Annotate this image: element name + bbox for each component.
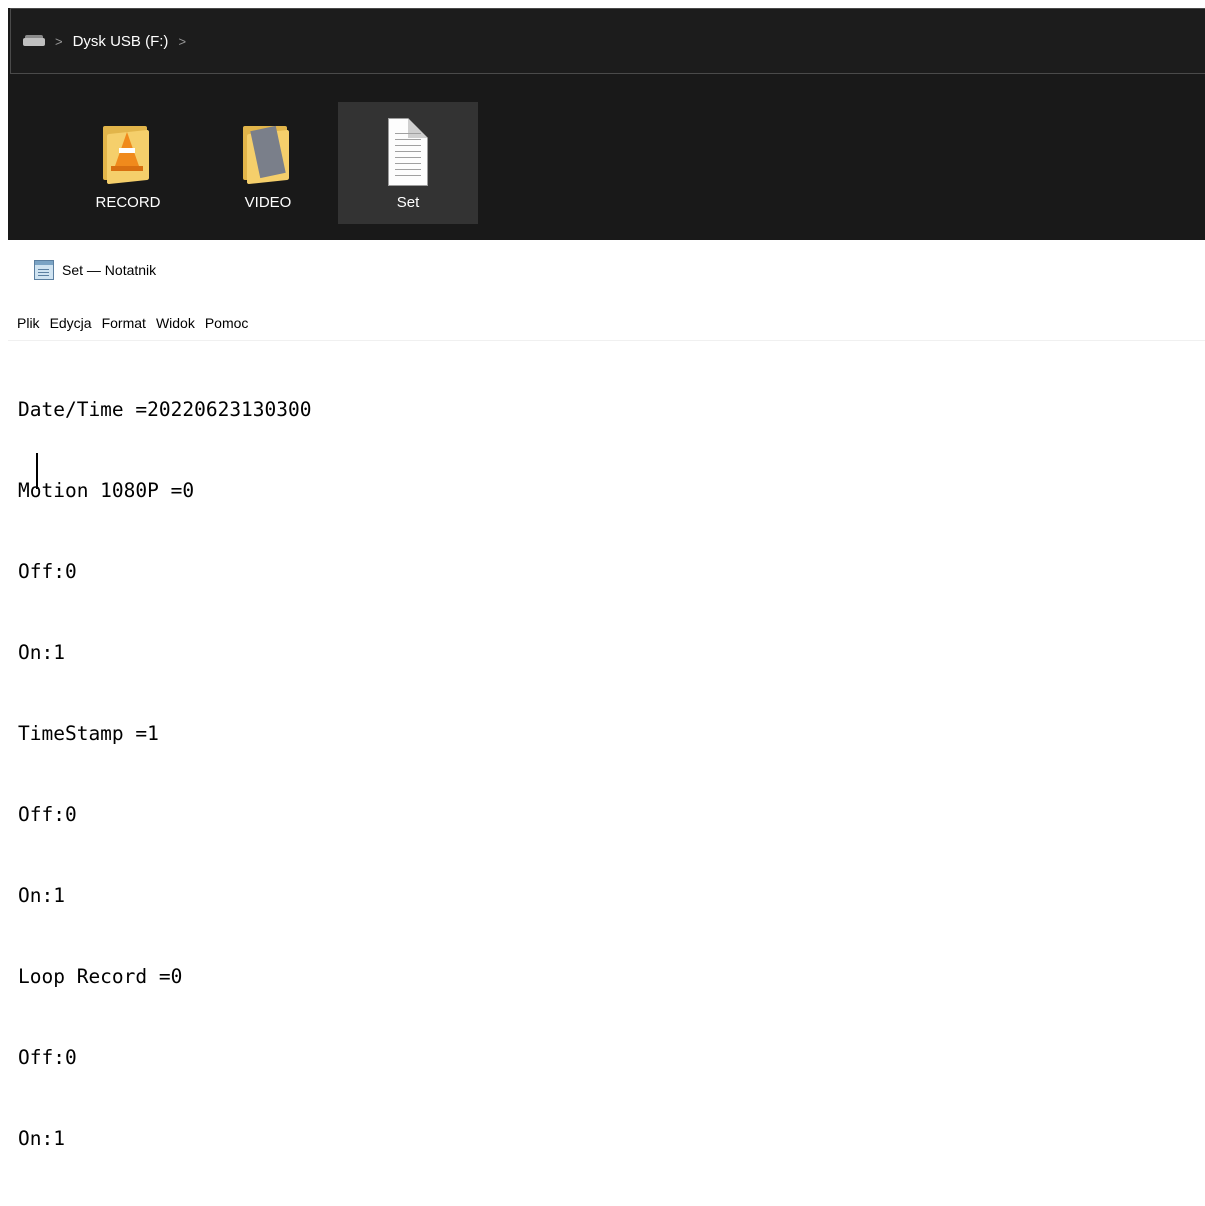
window-title: Set — Notatnik xyxy=(62,262,157,278)
breadcrumb-drive[interactable]: Dysk USB (F:) xyxy=(73,33,169,50)
file-list: RECORD VIDEO Set xyxy=(58,102,478,224)
text-line: Off:0 xyxy=(18,803,77,826)
file-item-label: Set xyxy=(396,194,420,211)
menu-bar: Plik Edycja Format Widok Pomoc xyxy=(8,306,1205,341)
file-item-video[interactable]: VIDEO xyxy=(198,102,338,224)
menu-help[interactable]: Pomoc xyxy=(205,315,249,331)
text-line: Loop Record =0 xyxy=(18,965,183,988)
text-line: Motion 1080P =0 xyxy=(18,479,195,502)
file-item-record[interactable]: RECORD xyxy=(58,102,198,224)
breadcrumb-chevron-icon[interactable]: > xyxy=(178,34,186,49)
notepad-title-bar: Set — Notatnik xyxy=(8,240,1205,300)
menu-view[interactable]: Widok xyxy=(156,315,195,331)
menu-file[interactable]: Plik xyxy=(17,315,40,331)
menu-format[interactable]: Format xyxy=(102,315,146,331)
breadcrumb-chevron-icon[interactable]: > xyxy=(55,34,63,49)
text-line: On:1 xyxy=(18,1127,65,1150)
text-line: Date/Time =20220623130300 xyxy=(18,398,312,421)
drive-icon xyxy=(23,35,45,47)
text-line: Off:0 xyxy=(18,1046,77,1069)
video-folder-icon xyxy=(233,110,303,188)
text-line: On:1 xyxy=(18,884,65,907)
notepad-icon xyxy=(34,260,54,280)
menu-edit[interactable]: Edycja xyxy=(50,315,92,331)
text-line: Off:0 xyxy=(18,560,77,583)
vlc-folder-icon xyxy=(93,110,163,188)
notepad-window: Set — Notatnik Plik Edycja Format Widok … xyxy=(8,240,1205,1150)
text-line: On:1 xyxy=(18,641,65,664)
file-explorer-window: > Dysk USB (F:) > RECORD VIDEO Set xyxy=(0,0,1205,240)
explorer-content: > Dysk USB (F:) > RECORD VIDEO Set xyxy=(8,8,1205,240)
file-item-label: RECORD xyxy=(95,194,161,211)
text-caret xyxy=(36,453,38,489)
address-bar[interactable]: > Dysk USB (F:) > xyxy=(10,8,1205,74)
text-file-icon xyxy=(373,110,443,188)
file-item-label: VIDEO xyxy=(244,194,292,211)
text-editor[interactable]: Date/Time =20220623130300 Motion 1080P =… xyxy=(18,342,312,1206)
file-item-set[interactable]: Set xyxy=(338,102,478,224)
text-line: TimeStamp =1 xyxy=(18,722,159,745)
